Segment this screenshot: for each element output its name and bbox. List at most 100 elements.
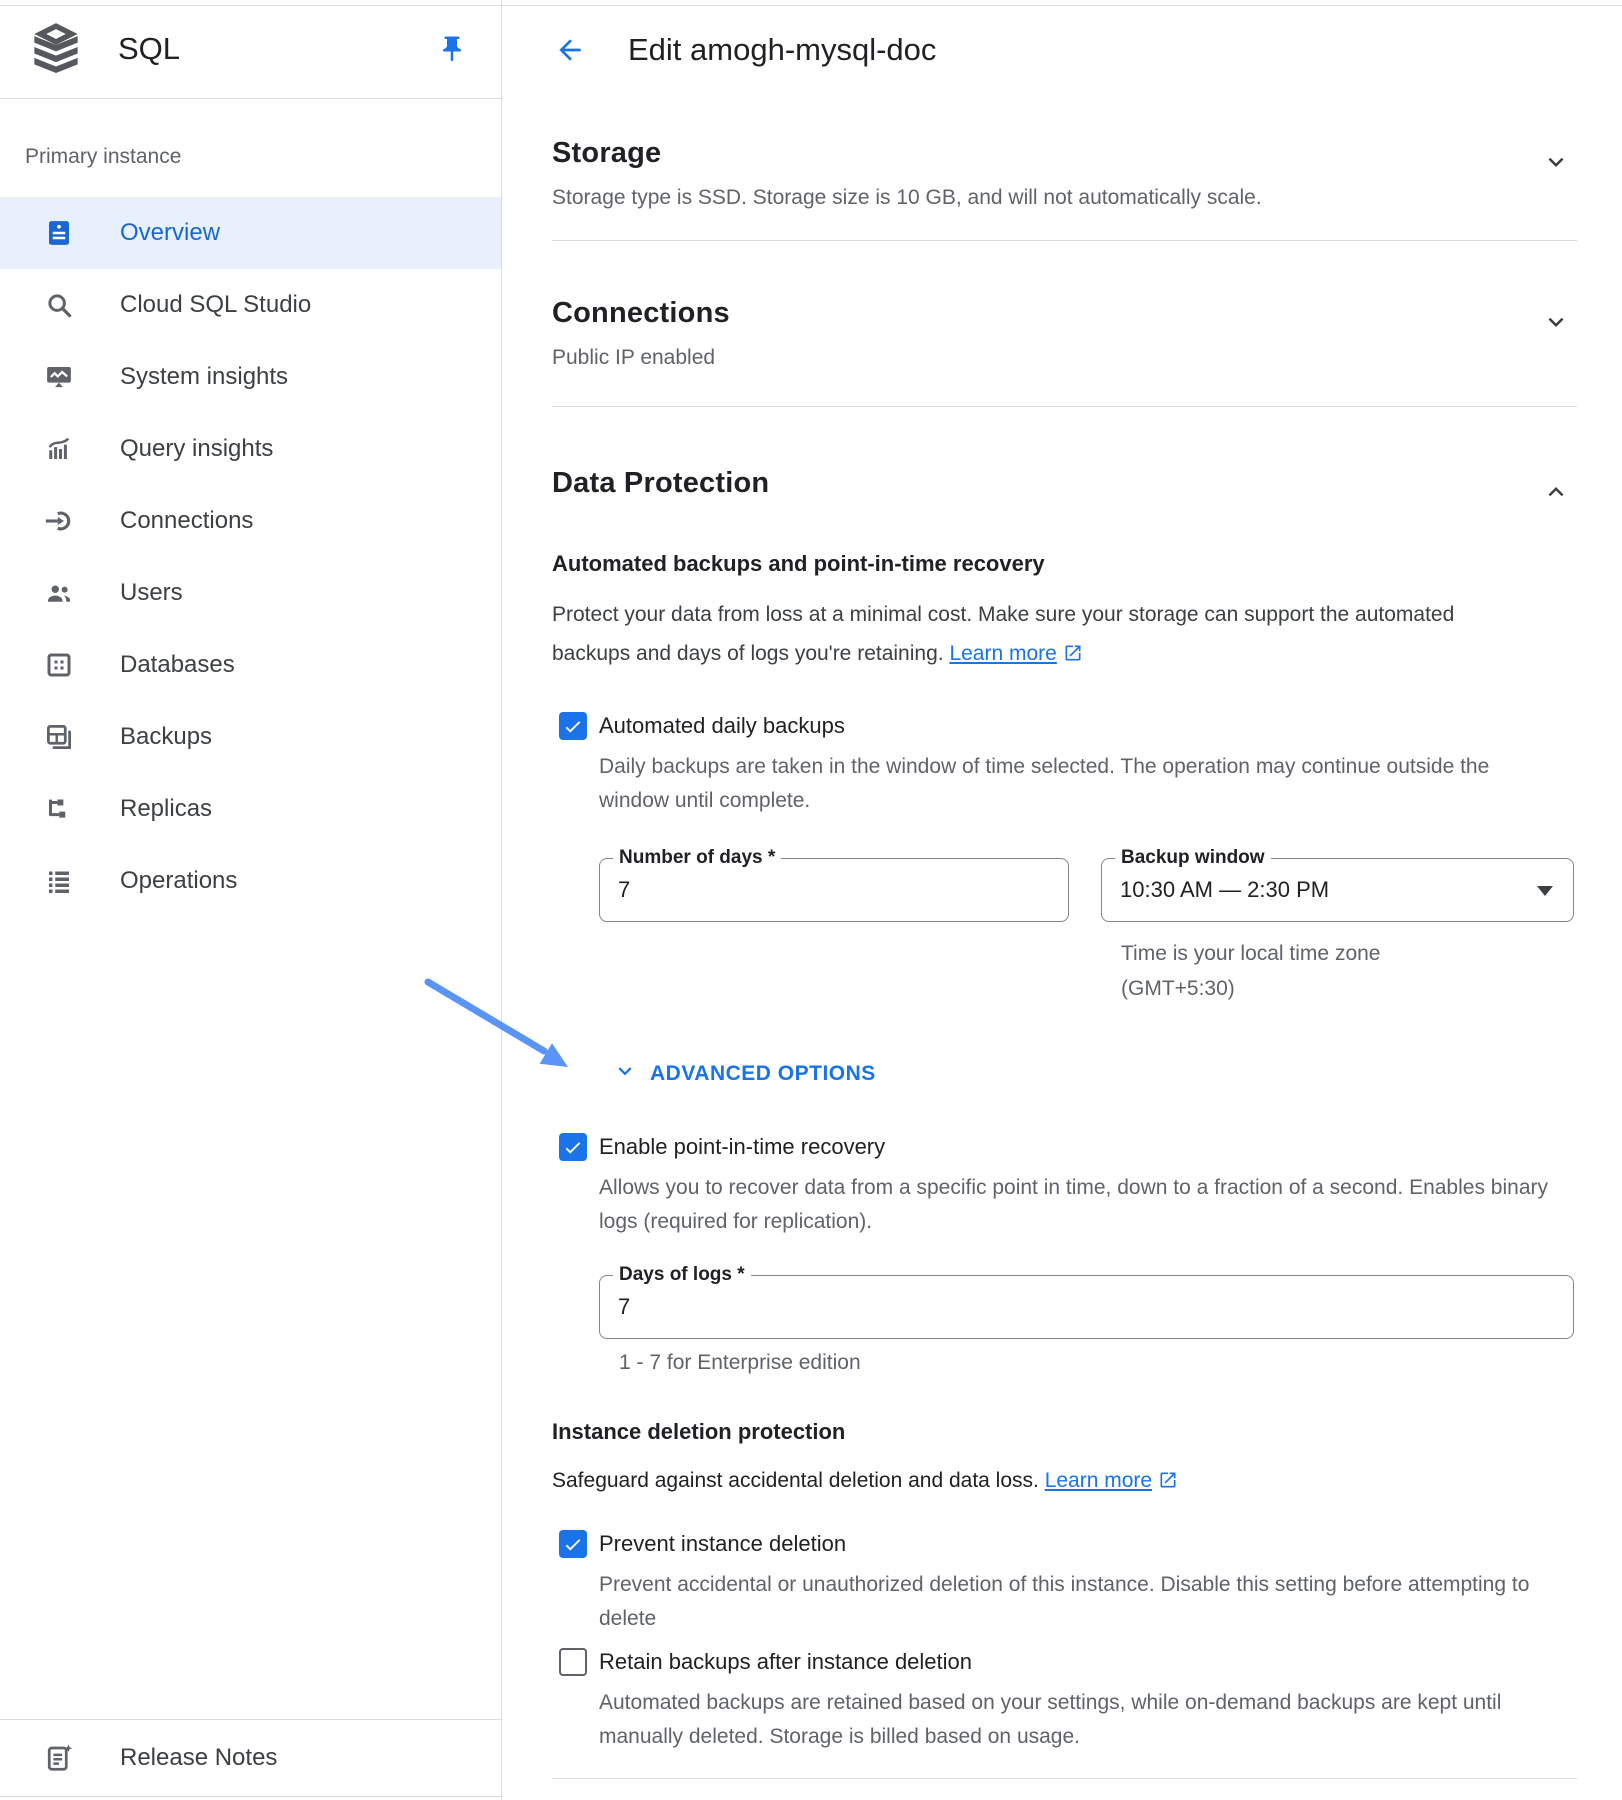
users-icon bbox=[44, 578, 74, 608]
chevron-down-icon bbox=[612, 1058, 638, 1089]
automated-backups-description: Protect your data from loss at a minimal… bbox=[552, 595, 1502, 676]
replicas-icon bbox=[44, 794, 74, 824]
sidebar-item-replicas[interactable]: Replicas bbox=[0, 773, 501, 845]
overview-icon bbox=[44, 218, 74, 248]
chevron-down-icon[interactable] bbox=[1541, 147, 1571, 177]
days-of-logs-helper: 1 - 7 for Enterprise edition bbox=[619, 1351, 1577, 1375]
system-insights-icon bbox=[44, 362, 74, 392]
sidebar-item-operations[interactable]: Operations bbox=[0, 845, 501, 917]
backup-window-helper: Time is your local time zone (GMT+5:30) bbox=[1121, 936, 1431, 1006]
backup-fields-row: Number of days * 7 Backup window 10:30 A… bbox=[599, 858, 1577, 1006]
advanced-options-toggle[interactable]: ADVANCED OPTIONS bbox=[612, 1058, 876, 1089]
days-of-logs-field[interactable]: Days of logs * 7 bbox=[599, 1275, 1574, 1339]
sidebar-item-label: Query insights bbox=[120, 435, 273, 463]
backup-window-group: Backup window 10:30 AM — 2:30 PM Time is… bbox=[1101, 858, 1574, 1006]
automated-daily-backups-checkbox[interactable] bbox=[559, 712, 587, 740]
backup-window-label: Backup window bbox=[1115, 847, 1271, 869]
search-icon bbox=[44, 290, 74, 320]
connections-description: Public IP enabled bbox=[552, 346, 730, 370]
advanced-options-label: ADVANCED OPTIONS bbox=[650, 1062, 876, 1086]
sidebar-item-databases[interactable]: Databases bbox=[0, 629, 501, 701]
instance-deletion-description: Safeguard against accidental deletion an… bbox=[552, 1469, 1577, 1496]
app-title: SQL bbox=[118, 31, 180, 67]
sql-database-stack-icon bbox=[30, 21, 82, 78]
sidebar-nav-list: Overview Cloud SQL Studio System insights Q… bbox=[0, 197, 501, 917]
sidebar-item-label: Operations bbox=[120, 867, 237, 895]
prevent-deletion-label: Prevent instance deletion bbox=[599, 1531, 846, 1557]
connections-title: Connections bbox=[552, 297, 730, 330]
automated-daily-backups-label: Automated daily backups bbox=[599, 713, 845, 739]
divider bbox=[552, 406, 1577, 407]
chevron-down-icon[interactable] bbox=[1541, 307, 1571, 337]
days-of-logs-group: Days of logs * 7 1 - 7 for Enterprise ed… bbox=[599, 1275, 1577, 1375]
learn-more-link[interactable]: Learn more bbox=[1045, 1469, 1152, 1492]
sidebar-header: SQL bbox=[0, 0, 501, 99]
main-header: Edit amogh-mysql-doc bbox=[502, 0, 1622, 99]
data-protection-section: Data Protection Automated backups and po… bbox=[552, 467, 1577, 1754]
sidebar-item-label: Replicas bbox=[120, 795, 212, 823]
sidebar-item-label: Databases bbox=[120, 651, 235, 679]
pitr-description: Allows you to recover data from a specif… bbox=[599, 1171, 1559, 1239]
sidebar-item-label: Cloud SQL Studio bbox=[120, 291, 311, 319]
divider bbox=[552, 240, 1577, 241]
automated-daily-backups-description: Daily backups are taken in the window of… bbox=[599, 750, 1519, 818]
prevent-deletion-checkbox[interactable] bbox=[559, 1530, 587, 1558]
sidebar-nav: Primary instance OverviewCloud SQL Studi… bbox=[0, 99, 501, 917]
sidebar-item-label: System insights bbox=[120, 363, 288, 391]
pitr-checkbox[interactable] bbox=[559, 1133, 587, 1161]
query-insights-icon bbox=[44, 434, 74, 464]
instance-deletion-heading: Instance deletion protection bbox=[552, 1419, 1577, 1445]
dropdown-caret-icon bbox=[1537, 886, 1553, 896]
sidebar-item-label: Backups bbox=[120, 723, 212, 751]
retain-backups-label: Retain backups after instance deletion bbox=[599, 1649, 972, 1675]
number-of-days-value: 7 bbox=[618, 877, 630, 903]
prevent-deletion-description: Prevent accidental or unauthorized delet… bbox=[599, 1568, 1549, 1636]
back-arrow-icon[interactable] bbox=[554, 34, 586, 66]
storage-description: Storage type is SSD. Storage size is 10 … bbox=[552, 186, 1262, 210]
open-in-new-icon bbox=[1063, 637, 1083, 676]
content: Storage Storage type is SSD. Storage siz… bbox=[502, 99, 1622, 1779]
page: SQL Primary instance OverviewCloud SQL S… bbox=[0, 0, 1622, 1800]
sidebar-item-overview[interactable]: Overview bbox=[0, 197, 501, 269]
number-of-days-field[interactable]: Number of days * 7 bbox=[599, 858, 1069, 922]
sidebar-item-release-notes[interactable]: Release Notes bbox=[0, 1719, 501, 1797]
sidebar-item-system-insights[interactable]: System insights bbox=[0, 341, 501, 413]
sidebar-item-label: Overview bbox=[120, 219, 220, 247]
sidebar: SQL Primary instance OverviewCloud SQL S… bbox=[0, 0, 502, 1800]
pin-icon[interactable] bbox=[437, 34, 467, 64]
connections-icon bbox=[44, 506, 74, 536]
databases-icon bbox=[44, 650, 74, 680]
storage-section: Storage Storage type is SSD. Storage siz… bbox=[552, 137, 1577, 210]
retain-backups-checkbox[interactable] bbox=[559, 1648, 587, 1676]
backups-icon bbox=[44, 722, 74, 752]
sidebar-item-backups[interactable]: Backups bbox=[0, 701, 501, 773]
sidebar-item-label: Users bbox=[120, 579, 183, 607]
divider bbox=[552, 1778, 1577, 1779]
automated-backups-heading: Automated backups and point-in-time reco… bbox=[552, 551, 1577, 577]
sidebar-item-query-insights[interactable]: Query insights bbox=[0, 413, 501, 485]
operations-icon bbox=[44, 866, 74, 896]
automated-daily-backups-row: Automated daily backups bbox=[552, 712, 1577, 740]
sidebar-item-label: Connections bbox=[120, 507, 253, 535]
release-notes-label: Release Notes bbox=[120, 1744, 277, 1772]
retain-backups-description: Automated backups are retained based on … bbox=[599, 1686, 1577, 1754]
chevron-up-icon[interactable] bbox=[1541, 477, 1571, 507]
sidebar-item-cloud-sql-studio[interactable]: Cloud SQL Studio bbox=[0, 269, 501, 341]
storage-title: Storage bbox=[552, 137, 1262, 170]
learn-more-link[interactable]: Learn more bbox=[949, 642, 1056, 665]
backup-window-value: 10:30 AM — 2:30 PM bbox=[1120, 877, 1329, 903]
number-of-days-label: Number of days * bbox=[613, 847, 781, 869]
open-in-new-icon bbox=[1158, 1470, 1178, 1496]
pitr-row: Enable point-in-time recovery bbox=[552, 1133, 1577, 1161]
days-of-logs-label: Days of logs * bbox=[613, 1264, 751, 1286]
data-protection-title: Data Protection bbox=[552, 467, 769, 500]
prevent-deletion-row: Prevent instance deletion bbox=[552, 1530, 1577, 1558]
backup-window-select[interactable]: Backup window 10:30 AM — 2:30 PM bbox=[1101, 858, 1574, 922]
page-title: Edit amogh-mysql-doc bbox=[628, 32, 936, 68]
pitr-label: Enable point-in-time recovery bbox=[599, 1134, 885, 1160]
sidebar-item-connections[interactable]: Connections bbox=[0, 485, 501, 557]
retain-backups-row: Retain backups after instance deletion bbox=[552, 1648, 1577, 1676]
days-of-logs-value: 7 bbox=[618, 1294, 630, 1320]
main-panel: Edit amogh-mysql-doc Storage Storage typ… bbox=[502, 0, 1622, 1800]
sidebar-item-users[interactable]: Users bbox=[0, 557, 501, 629]
